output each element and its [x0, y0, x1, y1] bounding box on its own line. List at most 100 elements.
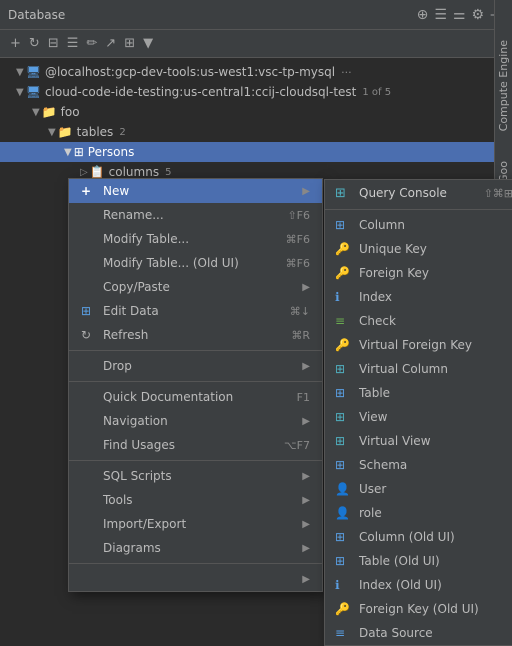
filter2-icon[interactable]: ⚌: [453, 7, 466, 23]
menu-arrow-new: ▶: [302, 186, 310, 197]
fk-old-icon: 🔑: [335, 602, 353, 616]
submenu-item-table[interactable]: ⊞ Table: [325, 381, 512, 405]
menu-item-modify-old[interactable]: Modify Table... (Old UI) ⌘F6: [69, 251, 322, 275]
menu-shortcut-quick-doc: F1: [297, 391, 310, 404]
tree-arrow-foo: ▼: [32, 107, 40, 118]
submenu-item-virtual-column[interactable]: ⊞ Virtual Column: [325, 357, 512, 381]
submenu-item-role[interactable]: 👤 role: [325, 501, 512, 525]
menu-sep-1: [69, 350, 322, 351]
tree-item-cloud[interactable]: ▼ 🖥 cloud-code-ide-testing:us-central1:c…: [0, 82, 512, 102]
list2-icon[interactable]: ☰: [65, 35, 81, 52]
virtual-view-icon: ⊞: [335, 434, 353, 448]
menu-item-diagrams[interactable]: Diagrams ▶: [69, 536, 322, 560]
tree-item-persons[interactable]: ▼ ⊞ Persons: [0, 142, 512, 162]
submenu-item-table-old[interactable]: ⊞ Table (Old UI): [325, 549, 512, 573]
index-icon: ℹ: [335, 290, 353, 304]
columns-icon: 📋: [90, 165, 105, 179]
submenu-item-fk-old[interactable]: 🔑 Foreign Key (Old UI): [325, 597, 512, 621]
submenu-label-user: User: [359, 482, 512, 496]
sidebar-tab-compute[interactable]: Compute Engine: [497, 40, 510, 131]
edit-icon[interactable]: ✏: [84, 35, 99, 52]
tree-label-foo: foo: [61, 105, 80, 119]
query-console-icon: ⊞: [335, 186, 353, 201]
server-icon-cloud: 🖥: [26, 85, 41, 99]
menu-label-sql-scripts: SQL Scripts: [103, 469, 298, 483]
submenu-item-user[interactable]: 👤 User: [325, 477, 512, 501]
menu-item-tools[interactable]: Tools ▶: [69, 488, 322, 512]
virtual-fk-icon: 🔑: [335, 338, 353, 352]
submenu-item-data-source[interactable]: ≡ Data Source: [325, 621, 512, 645]
menu-item-navigation[interactable]: Navigation ▶: [69, 409, 322, 433]
menu-label-navigation: Navigation: [103, 414, 298, 428]
tree-label-cloud: cloud-code-ide-testing:us-central1:ccij-…: [45, 85, 356, 99]
menu-sep-2: [69, 381, 322, 382]
database-icon-foo: 📁: [42, 105, 57, 119]
menu-label-refresh: Refresh: [103, 328, 283, 342]
submenu-item-column-old[interactable]: ⊞ Column (Old UI): [325, 525, 512, 549]
list-icon[interactable]: ☰: [434, 7, 447, 23]
menu-arrow-tools: ▶: [302, 495, 310, 506]
submenu-item-view[interactable]: ⊞ View: [325, 405, 512, 429]
tree-area: ▼ 🖥 @localhost:gcp-dev-tools:us-west1:vs…: [0, 58, 512, 186]
refresh-icon[interactable]: ⊕: [417, 7, 429, 23]
menu-item-edit-data[interactable]: ⊞ Edit Data ⌘↓: [69, 299, 322, 323]
menu-label-find-usages: Find Usages: [103, 438, 276, 452]
submenu-item-unique-key[interactable]: 🔑 Unique Key: [325, 237, 512, 261]
menu-item-sql-scripts[interactable]: SQL Scripts ▶: [69, 464, 322, 488]
submenu-item-column[interactable]: ⊞ Column: [325, 213, 512, 237]
submenu-item-schema[interactable]: ⊞ Schema: [325, 453, 512, 477]
menu-arrow-diagrams: ▶: [302, 543, 310, 554]
submenu-label-column-old: Column (Old UI): [359, 530, 512, 544]
submenu-label-check: Check: [359, 314, 512, 328]
menu-item-import-export[interactable]: Import/Export ▶: [69, 512, 322, 536]
submenu-item-index-old[interactable]: ℹ Index (Old UI): [325, 573, 512, 597]
tree-arrow-columns: ▷: [80, 167, 88, 178]
tree-item-localhost[interactable]: ▼ 🖥 @localhost:gcp-dev-tools:us-west1:vs…: [0, 62, 512, 82]
submenu-item-foreign-key[interactable]: 🔑 Foreign Key: [325, 261, 512, 285]
table-icon[interactable]: ⊞: [122, 35, 137, 52]
menu-shortcut-refresh: ⌘R: [291, 329, 310, 342]
submenu-query-shortcut: ⇧⌘⊞: [484, 187, 512, 200]
menu-item-diagnostics[interactable]: ▶: [69, 567, 322, 591]
settings-icon[interactable]: ⚙: [471, 7, 484, 23]
submenu-label-foreign-key: Foreign Key: [359, 266, 512, 280]
folder-icon-tables: 📁: [58, 125, 73, 139]
new-submenu[interactable]: ⊞ Query Console ⇧⌘⊞ ⊞ Column 🔑 Unique Ke…: [324, 179, 512, 646]
menu-arrow-sql: ▶: [302, 471, 310, 482]
submenu-label-column: Column: [359, 218, 512, 232]
table2-icon: ⊞: [335, 386, 353, 400]
submenu-label-view: View: [359, 410, 512, 424]
table-old-icon: ⊞: [335, 554, 353, 568]
add-icon[interactable]: +: [8, 35, 23, 52]
menu-item-new[interactable]: + New ▶: [69, 179, 322, 203]
menu-item-quick-doc[interactable]: Quick Documentation F1: [69, 385, 322, 409]
submenu-item-virtual-fk[interactable]: 🔑 Virtual Foreign Key: [325, 333, 512, 357]
tree-label-tables: tables: [77, 125, 114, 139]
menu-item-modify-table[interactable]: Modify Table... ⌘F6: [69, 227, 322, 251]
column-old-icon: ⊞: [335, 530, 353, 544]
action-bar: + ↻ ⊟ ☰ ✏ ↗ ⊞ ▼: [0, 30, 512, 58]
link-icon[interactable]: ↗: [103, 35, 118, 52]
submenu-item-check[interactable]: ≡ Check: [325, 309, 512, 333]
refresh-action-icon[interactable]: ↻: [27, 35, 42, 52]
context-menu[interactable]: + New ▶ Rename... ⇧F6 Modify Table... ⌘F…: [68, 178, 323, 592]
menu-label-modify-table: Modify Table...: [103, 232, 278, 246]
submenu-sep-0: [325, 209, 512, 210]
menu-item-rename[interactable]: Rename... ⇧F6: [69, 203, 322, 227]
menu-sep-4: [69, 563, 322, 564]
menu-label-drop: Drop: [103, 359, 298, 373]
submenu-label-table: Table: [359, 386, 512, 400]
submenu-label-unique-key: Unique Key: [359, 242, 512, 256]
menu-item-copy-paste[interactable]: Copy/Paste ▶: [69, 275, 322, 299]
menu-item-find-usages[interactable]: Find Usages ⌥F7: [69, 433, 322, 457]
schema-icon[interactable]: ⊟: [46, 35, 61, 52]
tree-item-foo[interactable]: ▼ 📁 foo: [0, 102, 512, 122]
submenu-item-index[interactable]: ℹ Index: [325, 285, 512, 309]
tree-item-tables[interactable]: ▼ 📁 tables 2: [0, 122, 512, 142]
submenu-query-console[interactable]: ⊞ Query Console ⇧⌘⊞: [325, 180, 512, 206]
submenu-label-index: Index: [359, 290, 512, 304]
menu-item-refresh[interactable]: ↻ Refresh ⌘R: [69, 323, 322, 347]
submenu-item-virtual-view[interactable]: ⊞ Virtual View: [325, 429, 512, 453]
filter-icon[interactable]: ▼: [141, 35, 155, 52]
menu-item-drop[interactable]: Drop ▶: [69, 354, 322, 378]
